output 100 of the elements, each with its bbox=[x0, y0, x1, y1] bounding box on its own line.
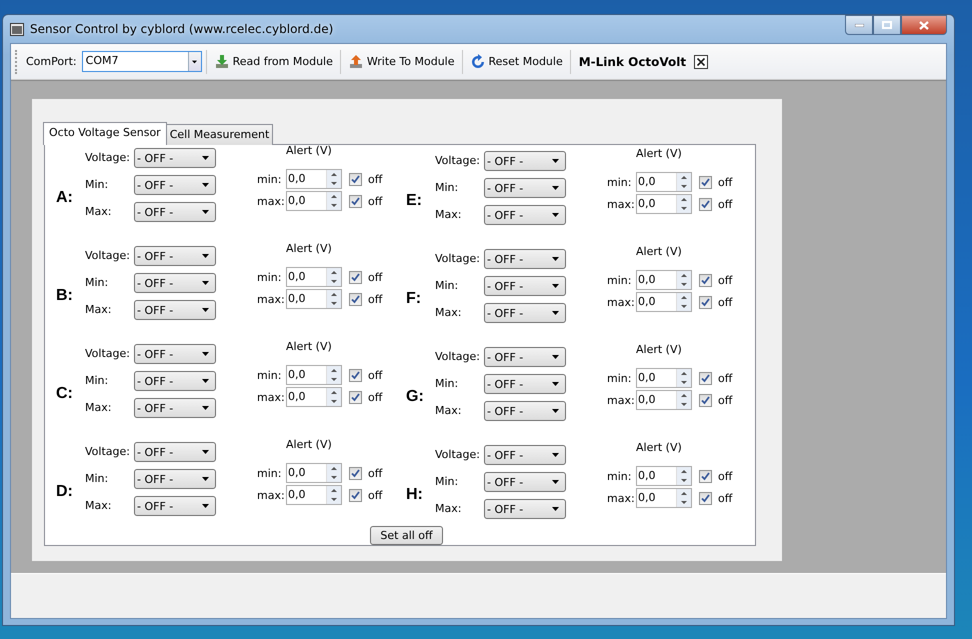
number-spinner[interactable]: 0,0 bbox=[636, 466, 692, 486]
spin-buttons-icon[interactable] bbox=[676, 271, 691, 289]
checkbox[interactable] bbox=[699, 372, 712, 384]
dropdown[interactable]: - OFF - bbox=[134, 246, 216, 266]
field-label: Min: bbox=[435, 474, 460, 490]
field-label: Max: bbox=[435, 403, 462, 419]
channel-letter: H: bbox=[406, 486, 424, 504]
spin-buttons-icon[interactable] bbox=[676, 195, 691, 213]
dropdown[interactable]: - OFF - bbox=[484, 276, 566, 296]
number-spinner[interactable]: 0,0 bbox=[286, 365, 342, 385]
minimize-button[interactable] bbox=[845, 15, 873, 35]
number-spinner[interactable]: 0,0 bbox=[286, 289, 342, 309]
set-all-off-button[interactable]: Set all off bbox=[370, 526, 443, 545]
checkbox[interactable] bbox=[699, 394, 712, 406]
dropdown[interactable]: - OFF - bbox=[484, 303, 566, 323]
channel-letter: F: bbox=[406, 290, 422, 308]
dropdown[interactable]: - OFF - bbox=[484, 205, 566, 225]
spin-buttons-icon[interactable] bbox=[676, 293, 691, 311]
checkbox[interactable] bbox=[699, 274, 712, 286]
checkbox[interactable] bbox=[349, 194, 362, 208]
dropdown[interactable]: - OFF - bbox=[484, 374, 566, 394]
maximize-button[interactable] bbox=[873, 15, 901, 35]
tab[interactable]: Cell Measurement bbox=[166, 124, 274, 145]
dropdown[interactable]: - OFF - bbox=[484, 178, 566, 198]
field-label: Max: bbox=[435, 207, 462, 223]
reset-icon bbox=[470, 54, 486, 70]
comport-dropdown[interactable]: COM7 bbox=[82, 51, 202, 72]
dropdown[interactable]: - OFF - bbox=[484, 499, 566, 519]
number-spinner[interactable]: 0,0 bbox=[286, 267, 342, 287]
checkbox-label: off bbox=[368, 270, 382, 284]
spin-buttons-icon[interactable] bbox=[676, 489, 691, 507]
toolbar-button[interactable]: Read from Module bbox=[210, 52, 336, 72]
close-icon[interactable] bbox=[694, 54, 708, 68]
number-spinner[interactable]: 0,0 bbox=[286, 463, 342, 483]
dropdown[interactable]: - OFF - bbox=[134, 300, 216, 320]
spin-buttons-icon[interactable] bbox=[326, 366, 341, 384]
spin-buttons-icon[interactable] bbox=[676, 173, 691, 191]
toolbar-button[interactable]: Reset Module bbox=[466, 52, 566, 72]
number-spinner[interactable]: 0,0 bbox=[286, 169, 342, 189]
checkbox[interactable] bbox=[699, 296, 712, 308]
spin-buttons-icon[interactable] bbox=[326, 290, 341, 308]
dropdown[interactable]: - OFF - bbox=[484, 445, 566, 465]
dropdown[interactable]: - OFF - bbox=[134, 344, 216, 364]
spin-buttons-icon[interactable] bbox=[326, 192, 341, 210]
dropdown[interactable]: - OFF - bbox=[134, 398, 216, 418]
checkbox[interactable] bbox=[349, 488, 362, 502]
dropdown-arrow-icon bbox=[202, 183, 209, 187]
checkbox[interactable] bbox=[349, 368, 362, 382]
checkbox[interactable] bbox=[349, 172, 362, 186]
checkbox[interactable] bbox=[699, 176, 712, 188]
field-label: Voltage: bbox=[85, 444, 131, 460]
checkbox[interactable] bbox=[699, 470, 712, 482]
number-spinner[interactable]: 0,0 bbox=[636, 368, 692, 388]
number-spinner[interactable]: 0,0 bbox=[636, 292, 692, 312]
dropdown[interactable]: - OFF - bbox=[134, 148, 216, 168]
checkbox[interactable] bbox=[349, 466, 362, 480]
dropdown[interactable]: - OFF - bbox=[134, 469, 216, 489]
spin-buttons-icon[interactable] bbox=[676, 369, 691, 387]
dropdown-arrow-icon bbox=[552, 480, 559, 484]
number-spinner[interactable]: 0,0 bbox=[636, 172, 692, 192]
number-spinner[interactable]: 0,0 bbox=[636, 194, 692, 214]
number-spinner[interactable]: 0,0 bbox=[286, 485, 342, 505]
download-icon bbox=[214, 54, 230, 70]
spin-buttons-icon[interactable] bbox=[326, 170, 341, 188]
alert-label: max: bbox=[607, 198, 636, 210]
dropdown[interactable]: - OFF - bbox=[484, 151, 566, 171]
toolbar-button[interactable]: Write To Module bbox=[344, 52, 458, 72]
spin-buttons-icon[interactable] bbox=[326, 268, 341, 286]
checkbox[interactable] bbox=[699, 198, 712, 210]
dropdown[interactable]: - OFF - bbox=[134, 202, 216, 222]
spin-buttons-icon[interactable] bbox=[676, 467, 691, 485]
spin-buttons-icon[interactable] bbox=[676, 391, 691, 409]
checkbox[interactable] bbox=[349, 390, 362, 404]
dropdown[interactable]: - OFF - bbox=[484, 249, 566, 269]
dropdown[interactable]: - OFF - bbox=[134, 442, 216, 462]
dropdown[interactable]: - OFF - bbox=[134, 175, 216, 195]
number-spinner[interactable]: 0,0 bbox=[286, 191, 342, 211]
number-spinner[interactable]: 0,0 bbox=[636, 270, 692, 290]
close-button[interactable] bbox=[901, 15, 947, 35]
tab[interactable]: Octo Voltage Sensor bbox=[43, 122, 167, 145]
dropdown-arrow-icon bbox=[552, 453, 559, 457]
checkbox[interactable] bbox=[349, 292, 362, 306]
checkbox[interactable] bbox=[349, 270, 362, 284]
dropdown[interactable]: - OFF - bbox=[484, 472, 566, 492]
dropdown[interactable]: - OFF - bbox=[484, 401, 566, 421]
dropdown[interactable]: - OFF - bbox=[134, 273, 216, 293]
dropdown[interactable]: - OFF - bbox=[134, 371, 216, 391]
field-label: Voltage: bbox=[85, 150, 131, 166]
number-spinner[interactable]: 0,0 bbox=[636, 488, 692, 508]
spin-buttons-icon[interactable] bbox=[326, 486, 341, 504]
dropdown[interactable]: - OFF - bbox=[134, 496, 216, 516]
number-spinner[interactable]: 0,0 bbox=[286, 387, 342, 407]
dropdown[interactable]: - OFF - bbox=[484, 347, 566, 367]
spin-buttons-icon[interactable] bbox=[326, 388, 341, 406]
field-label: Voltage: bbox=[435, 153, 481, 169]
spin-buttons-icon[interactable] bbox=[326, 464, 341, 482]
checkbox-label: off bbox=[718, 394, 732, 406]
dropdown-arrow-icon bbox=[202, 308, 209, 312]
checkbox[interactable] bbox=[699, 492, 712, 504]
number-spinner[interactable]: 0,0 bbox=[636, 390, 692, 410]
